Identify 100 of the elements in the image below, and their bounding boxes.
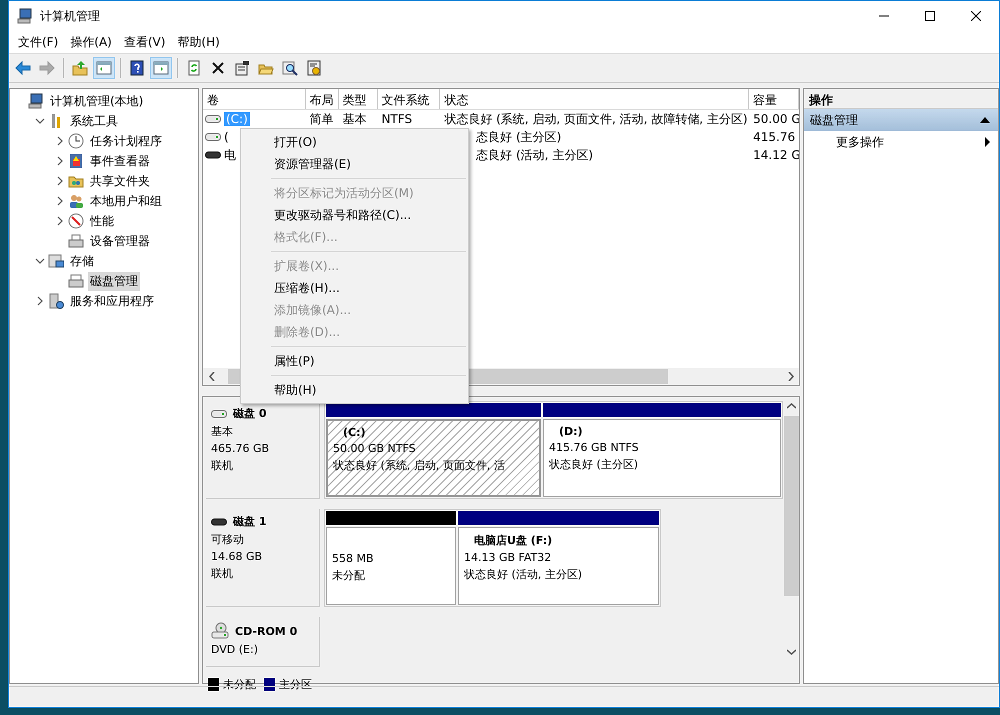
column-header[interactable]: 状态 — [440, 89, 750, 109]
scroll-right-icon[interactable] — [788, 372, 794, 381]
tree-item[interactable]: 任务计划程序 — [88, 132, 164, 150]
expand-chevron-icon[interactable] — [55, 136, 65, 146]
actions-header: 操作 — [804, 89, 998, 109]
computer-icon — [17, 8, 33, 24]
partition-box[interactable]: 电脑店U盘 (F:) 14.13 GB FAT32 状态良好 (活动, 主分区) — [458, 527, 659, 605]
disk-info: DVD (E:) — [211, 643, 260, 656]
tree-item[interactable]: 计算机管理(本地) — [48, 92, 146, 110]
collapse-icon — [980, 117, 990, 123]
expand-chevron-icon[interactable] — [35, 296, 45, 306]
partition-info: 50.00 GB NTFS — [333, 442, 417, 455]
partition-info: 558 MB — [332, 552, 375, 565]
context-menu-item[interactable]: 属性(P) — [241, 350, 468, 372]
tree-item[interactable]: 本地用户和组 — [88, 192, 164, 210]
tree-pane-icon — [96, 60, 112, 76]
partition-box[interactable]: 558 MB 未分配 — [326, 527, 456, 605]
table-cell: ( — [224, 130, 229, 144]
services-icon — [48, 293, 64, 309]
expand-chevron-icon[interactable] — [55, 156, 65, 166]
forward-icon — [39, 60, 55, 76]
column-header[interactable]: 类型 — [338, 89, 378, 109]
tree-item[interactable]: 共享文件夹 — [88, 172, 152, 190]
partition-box[interactable]: (D:) 415.76 GB NTFS 状态良好 (主分区) — [543, 419, 781, 497]
expand-chevron-icon[interactable] — [55, 216, 65, 226]
table-cell: (C:) — [224, 112, 250, 126]
column-header[interactable]: 文件系统 — [378, 89, 440, 109]
table-cell: 基本 — [342, 110, 367, 128]
search-icon — [282, 60, 298, 76]
delete-icon — [210, 60, 226, 76]
scrollbar-thumb[interactable] — [784, 416, 798, 596]
context-menu-item[interactable]: 打开(O) — [241, 131, 468, 153]
menu-item[interactable]: 操作(A) — [64, 32, 118, 52]
collapse-chevron-icon[interactable] — [35, 256, 45, 266]
table-cell: 态良好 (主分区) — [476, 128, 562, 146]
column-header[interactable]: 容量 — [749, 89, 800, 109]
expand-chevron-icon[interactable] — [55, 196, 65, 206]
folder-up-icon — [72, 60, 88, 76]
log-icon — [68, 153, 84, 169]
actions-section[interactable]: 磁盘管理 — [804, 109, 998, 131]
back-icon — [15, 60, 31, 76]
table-cell: 简单 — [310, 110, 334, 128]
partition-info: 状态良好 (主分区) — [549, 457, 640, 472]
disk-icon — [68, 273, 84, 289]
disk-info: 14.68 GB — [211, 550, 264, 563]
scroll-left-icon[interactable] — [208, 372, 214, 381]
scroll-down-icon[interactable] — [786, 648, 796, 657]
action-item[interactable]: 更多操作 — [804, 131, 998, 153]
partition-info: 未分配 — [332, 568, 366, 583]
settings-icon — [306, 60, 322, 76]
tree-item[interactable]: 磁盘管理 — [88, 272, 140, 290]
partition-box[interactable]: (C:) 50.00 GB NTFS 状态良好 (系统, 启动, 页面文件, 活 — [326, 419, 541, 497]
properties-icon — [234, 60, 250, 76]
context-menu-item[interactable]: 压缩卷(H)... — [241, 277, 468, 299]
disk-name: 磁盘 1 — [233, 514, 266, 529]
column-header[interactable]: 卷 — [203, 89, 306, 109]
drive-icon — [205, 151, 221, 159]
partition-info: 14.13 GB FAT32 — [464, 551, 552, 564]
context-menu-item[interactable]: 更改驱动器号和路径(C)... — [241, 204, 468, 226]
tree-item[interactable]: 存储 — [68, 252, 96, 270]
expand-chevron-icon[interactable] — [55, 176, 65, 186]
computer-icon — [28, 93, 44, 109]
close-icon — [971, 11, 981, 21]
disk-info: 联机 — [211, 458, 234, 473]
drive-icon — [205, 132, 221, 142]
partition-title: (D:) — [558, 425, 584, 438]
users-icon — [68, 193, 84, 209]
context-menu-item[interactable]: 资源管理器(E) — [241, 153, 468, 175]
window-title: 计算机管理 — [40, 8, 101, 24]
menu-item[interactable]: 文件(F) — [12, 32, 64, 52]
table-cell: NTFS — [381, 112, 412, 126]
partition-title: (C:) — [342, 426, 367, 439]
tree-item[interactable]: 性能 — [88, 212, 116, 230]
tree-item[interactable]: 设备管理器 — [88, 232, 152, 250]
maximize-icon — [925, 11, 935, 21]
table-cell: 415.76 — [753, 130, 796, 144]
partition-info: 415.76 GB NTFS — [549, 441, 640, 454]
storage-icon — [48, 253, 64, 269]
tree-item[interactable]: 服务和应用程序 — [68, 292, 156, 310]
scroll-up-icon[interactable] — [786, 401, 796, 410]
collapse-chevron-icon[interactable] — [35, 116, 45, 126]
help-icon — [129, 60, 145, 76]
menu-item[interactable]: 帮助(H) — [171, 32, 226, 52]
partition-info: 状态良好 (系统, 启动, 页面文件, 活 — [333, 458, 506, 473]
context-menu-item[interactable]: 帮助(H) — [241, 379, 468, 401]
cd-drive-icon — [211, 622, 229, 640]
menu-item[interactable]: 查看(V) — [118, 32, 172, 52]
disk-name: 磁盘 0 — [233, 406, 266, 421]
table-cell: 态良好 (活动, 主分区) — [476, 146, 593, 164]
printer-icon — [68, 233, 84, 249]
table-cell: 状态良好 (系统, 启动, 页面文件, 活动, 故障转储, 主分区) — [444, 110, 748, 128]
column-header[interactable]: 布局 — [306, 89, 339, 109]
table-cell: 电 — [224, 146, 236, 164]
tree-item[interactable]: 系统工具 — [68, 112, 120, 130]
disk-info: 基本 — [211, 424, 234, 439]
submenu-arrow-icon — [985, 137, 990, 147]
disk-name: CD-ROM 0 — [235, 624, 298, 638]
gauge-icon — [68, 213, 84, 229]
tree-item[interactable]: 事件查看器 — [88, 152, 152, 170]
action-pane-icon — [153, 60, 169, 76]
